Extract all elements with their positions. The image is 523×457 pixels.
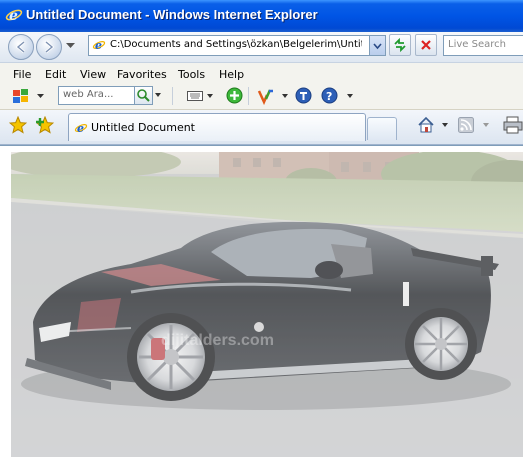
chevron-down-icon <box>373 43 382 50</box>
svg-text:e: e <box>77 122 84 135</box>
menu-favorites[interactable]: Favorites <box>117 68 167 81</box>
sports-car-image: dijitalders.com <box>11 152 523 457</box>
svg-text:e: e <box>9 8 18 24</box>
menu-help[interactable]: Help <box>219 68 244 81</box>
print-icon[interactable] <box>503 116 523 134</box>
magnifier-icon <box>137 89 150 102</box>
messenger-icon[interactable] <box>257 87 275 105</box>
tab-label: Untitled Document <box>91 121 195 134</box>
car-photo: dijitalders.com <box>11 152 523 457</box>
address-url[interactable]: C:\Documents and Settings\özkan\Belgeler… <box>110 39 362 50</box>
web-search-go-button[interactable] <box>134 86 153 105</box>
keyboard-icon[interactable] <box>187 89 203 103</box>
ie-logo-icon: e <box>5 8 23 24</box>
menu-view[interactable]: View <box>80 68 106 81</box>
stop-button[interactable] <box>415 34 437 56</box>
back-arrow-icon <box>15 40 25 54</box>
address-dropdown-button[interactable] <box>369 36 385 55</box>
add-plus-icon[interactable] <box>226 87 243 104</box>
web-search-field[interactable]: web Ara... <box>58 86 135 105</box>
web-search-placeholder: web Ara... <box>63 89 114 100</box>
forward-button[interactable] <box>36 34 62 60</box>
windows-flag-icon[interactable] <box>12 88 30 104</box>
rss-feeds-icon[interactable] <box>458 117 474 133</box>
toolbar-separator <box>248 87 249 105</box>
svg-text:e: e <box>95 39 102 52</box>
chevron-down-icon[interactable] <box>37 94 44 99</box>
menu-bar: File Edit View Favorites Tools Help <box>0 63 523 84</box>
menu-tools[interactable]: Tools <box>178 68 205 81</box>
chevron-down-icon[interactable] <box>207 94 213 99</box>
tab-bar: e Untitled Document <box>0 110 523 145</box>
back-button[interactable] <box>8 34 34 60</box>
refresh-icon <box>394 37 406 53</box>
links-toolbar: web Ara... ? <box>0 84 523 110</box>
ie-page-icon: e <box>92 39 106 52</box>
stop-icon <box>421 40 431 50</box>
chevron-down-icon[interactable] <box>442 123 448 128</box>
forward-arrow-icon <box>45 40 55 54</box>
toolbar-separator <box>172 87 173 105</box>
address-bar[interactable]: e C:\Documents and Settings\özkan\Belgel… <box>88 35 386 56</box>
tab-untitled-document[interactable]: e Untitled Document <box>68 113 366 141</box>
chevron-down-icon[interactable] <box>155 93 161 99</box>
chevron-down-icon[interactable] <box>282 94 288 99</box>
svg-text:?: ? <box>326 90 332 103</box>
recent-pages-chevron-icon[interactable] <box>66 43 75 49</box>
window-title: Untitled Document - Windows Internet Exp… <box>26 7 318 22</box>
refresh-button[interactable] <box>389 34 411 56</box>
ie-page-icon: e <box>74 122 88 135</box>
live-search-placeholder: Live Search <box>448 39 506 50</box>
window-titlebar: e Untitled Document - Windows Internet E… <box>0 0 523 32</box>
chevron-down-icon[interactable] <box>483 123 489 128</box>
help-icon[interactable]: ? <box>321 87 338 104</box>
favorites-star-icon[interactable] <box>9 116 27 134</box>
home-icon[interactable] <box>417 116 435 134</box>
menu-edit[interactable]: Edit <box>45 68 66 81</box>
new-tab-button[interactable] <box>367 117 397 140</box>
chevron-down-icon[interactable] <box>347 94 353 99</box>
tool-round-icon[interactable] <box>295 87 312 104</box>
page-content: dijitalders.com <box>0 145 523 457</box>
add-favorite-icon[interactable] <box>36 116 54 134</box>
live-search-field[interactable]: Live Search <box>443 35 523 56</box>
menu-file[interactable]: File <box>13 68 31 81</box>
